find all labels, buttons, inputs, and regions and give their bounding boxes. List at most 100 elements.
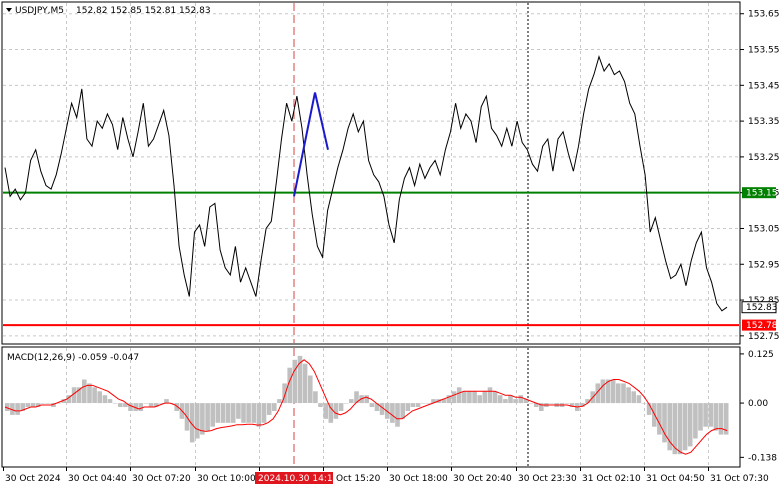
time-tick-label: 31 Oct 04:50: [646, 474, 705, 484]
macd-histogram-bar: [472, 391, 477, 404]
macd-histogram-bar: [600, 379, 606, 404]
time-tick-label: 30 Oct 10:00: [197, 474, 256, 484]
time-tick-label: Oct 15:20: [336, 474, 381, 484]
macd-histogram-bar: [369, 403, 375, 407]
macd-histogram-bar: [610, 379, 616, 404]
time-tick-label: 30 Oct 18:00: [389, 474, 448, 484]
price-tick-label: 153.05: [748, 224, 780, 234]
macd-histogram-bar: [636, 395, 642, 404]
macd-histogram-bar: [410, 403, 416, 407]
symbol-label: USDJPY,M5: [15, 6, 64, 16]
macd-indicator-label: MACD(12,26,9) -0.059 -0.047: [7, 353, 139, 363]
macd-histogram-bar: [302, 363, 308, 403]
macd-histogram-bar: [497, 395, 503, 404]
macd-histogram-bar: [528, 403, 534, 404]
macd-histogram-bar: [210, 403, 215, 427]
price-axis: 153.65 153.55 153.45 153.35 153.25 153.15 153.…: [740, 10, 780, 342]
macd-histogram-bar: [230, 403, 236, 423]
macd-histogram-bar: [631, 391, 636, 404]
time-tick-label: 30 Oct 23:30: [518, 474, 577, 484]
macd-histogram-bar: [338, 403, 344, 411]
macd-histogram-bar: [477, 395, 482, 404]
macd-histogram-bar: [487, 387, 493, 403]
macd-histogram-bar: [693, 403, 698, 439]
macd-histogram-bar: [200, 403, 205, 435]
macd-tick-label: -0.138: [748, 453, 777, 463]
time-axis: 30 Oct 2024 30 Oct 04:40 30 Oct 07:20 30 Oc…: [3, 467, 769, 484]
macd-histogram-bar: [40, 403, 46, 404]
price-tick-label: 153.65: [748, 10, 780, 20]
crosshair-time-label: 2024.10.30 14:10: [258, 474, 339, 484]
macd-histogram-bar: [518, 395, 524, 404]
macd-histogram-bar: [682, 403, 688, 451]
red-level-text: 152.78: [746, 321, 778, 331]
macd-histogram-bar: [708, 403, 714, 427]
macd-histogram-bar: [220, 403, 226, 423]
macd-histogram-bar: [107, 399, 113, 403]
macd-histogram-bar: [318, 403, 323, 407]
ohlc-values: 152.82 152.85 152.81 152.83: [76, 6, 211, 16]
macd-histogram-bar: [482, 391, 488, 404]
macd-histogram-bar: [215, 403, 221, 423]
macd-histogram-bar: [195, 403, 200, 439]
macd-histogram-bar: [364, 395, 369, 404]
macd-histogram-bar: [225, 403, 231, 423]
macd-histogram-bar: [626, 387, 631, 403]
time-tick-label: 31 Oct 02:10: [582, 474, 641, 484]
macd-pane[interactable]: MACD(12,26,9) -0.059 -0.047: [1, 346, 741, 468]
macd-histogram-bar: [261, 403, 267, 423]
macd-histogram-bar: [112, 403, 118, 404]
macd-histogram-bar: [25, 403, 31, 407]
price-tick-label: 152.75: [748, 332, 780, 342]
price-tick-label: 153.35: [748, 117, 780, 127]
current-price-text: 152.83: [746, 303, 778, 313]
trading-chart[interactable]: USDJPY,M5 152.82 152.85 152.81 152.83 15…: [0, 0, 781, 489]
macd-histogram-bar: [349, 399, 354, 403]
macd-histogram-bar: [492, 391, 498, 404]
price-tick-label: 152.95: [748, 260, 780, 270]
macd-histogram-bar: [277, 399, 282, 403]
macd-histogram-bar: [426, 403, 431, 404]
macd-histogram-bar: [272, 403, 277, 411]
macd-histogram-bar: [451, 391, 457, 404]
time-tick-label: 30 Oct 20:40: [453, 474, 512, 484]
macd-histogram-bar: [698, 403, 703, 431]
macd-histogram-bar: [46, 403, 51, 404]
macd-histogram-bar: [564, 403, 570, 404]
price-pane[interactable]: USDJPY,M5 152.82 152.85 152.81 152.83: [1, 1, 741, 345]
macd-histogram-bar: [102, 395, 108, 404]
macd-histogram-bar: [92, 387, 97, 403]
red-level-label: 152.78: [742, 319, 778, 331]
macd-histogram-bar: [128, 403, 133, 411]
macd-histogram-bar: [343, 403, 349, 404]
macd-histogram-bar: [87, 383, 92, 404]
macd-histogram-bar: [415, 403, 421, 407]
time-tick-label: 30 Oct 04:40: [68, 474, 127, 484]
macd-histogram-bar: [205, 403, 210, 431]
macd-histogram-bar: [420, 403, 426, 404]
macd-histogram-bar: [503, 399, 508, 403]
time-tick-label: 30 Oct 07:20: [132, 474, 191, 484]
price-tick-label: 153.25: [748, 153, 780, 163]
macd-histogram-bar: [138, 403, 144, 411]
macd-histogram-bar: [308, 375, 313, 403]
green-level-text: 153.15: [746, 189, 778, 199]
macd-histogram-bar: [148, 403, 154, 407]
macd-histogram-bar: [687, 403, 693, 447]
macd-histogram-bar: [164, 399, 169, 403]
macd-histogram-bar: [462, 391, 467, 404]
macd-histogram-bar: [82, 379, 87, 404]
macd-histogram-bar: [251, 403, 257, 423]
macd-histogram-bar: [672, 403, 678, 455]
macd-histogram-bar: [467, 391, 472, 404]
macd-tick-label: 0.00: [748, 399, 768, 409]
macd-histogram-bar: [616, 383, 621, 404]
price-tick-label: 153.55: [748, 46, 780, 56]
macd-histogram-bar: [15, 403, 20, 415]
macd-histogram-bar: [641, 403, 647, 404]
macd-histogram-bar: [703, 403, 708, 427]
macd-histogram-bar: [621, 383, 626, 404]
chart-header: USDJPY,M5 152.82 152.85 152.81 152.83: [6, 6, 211, 16]
macd-histogram-bar: [313, 391, 318, 404]
macd-histogram-bar: [236, 403, 241, 419]
